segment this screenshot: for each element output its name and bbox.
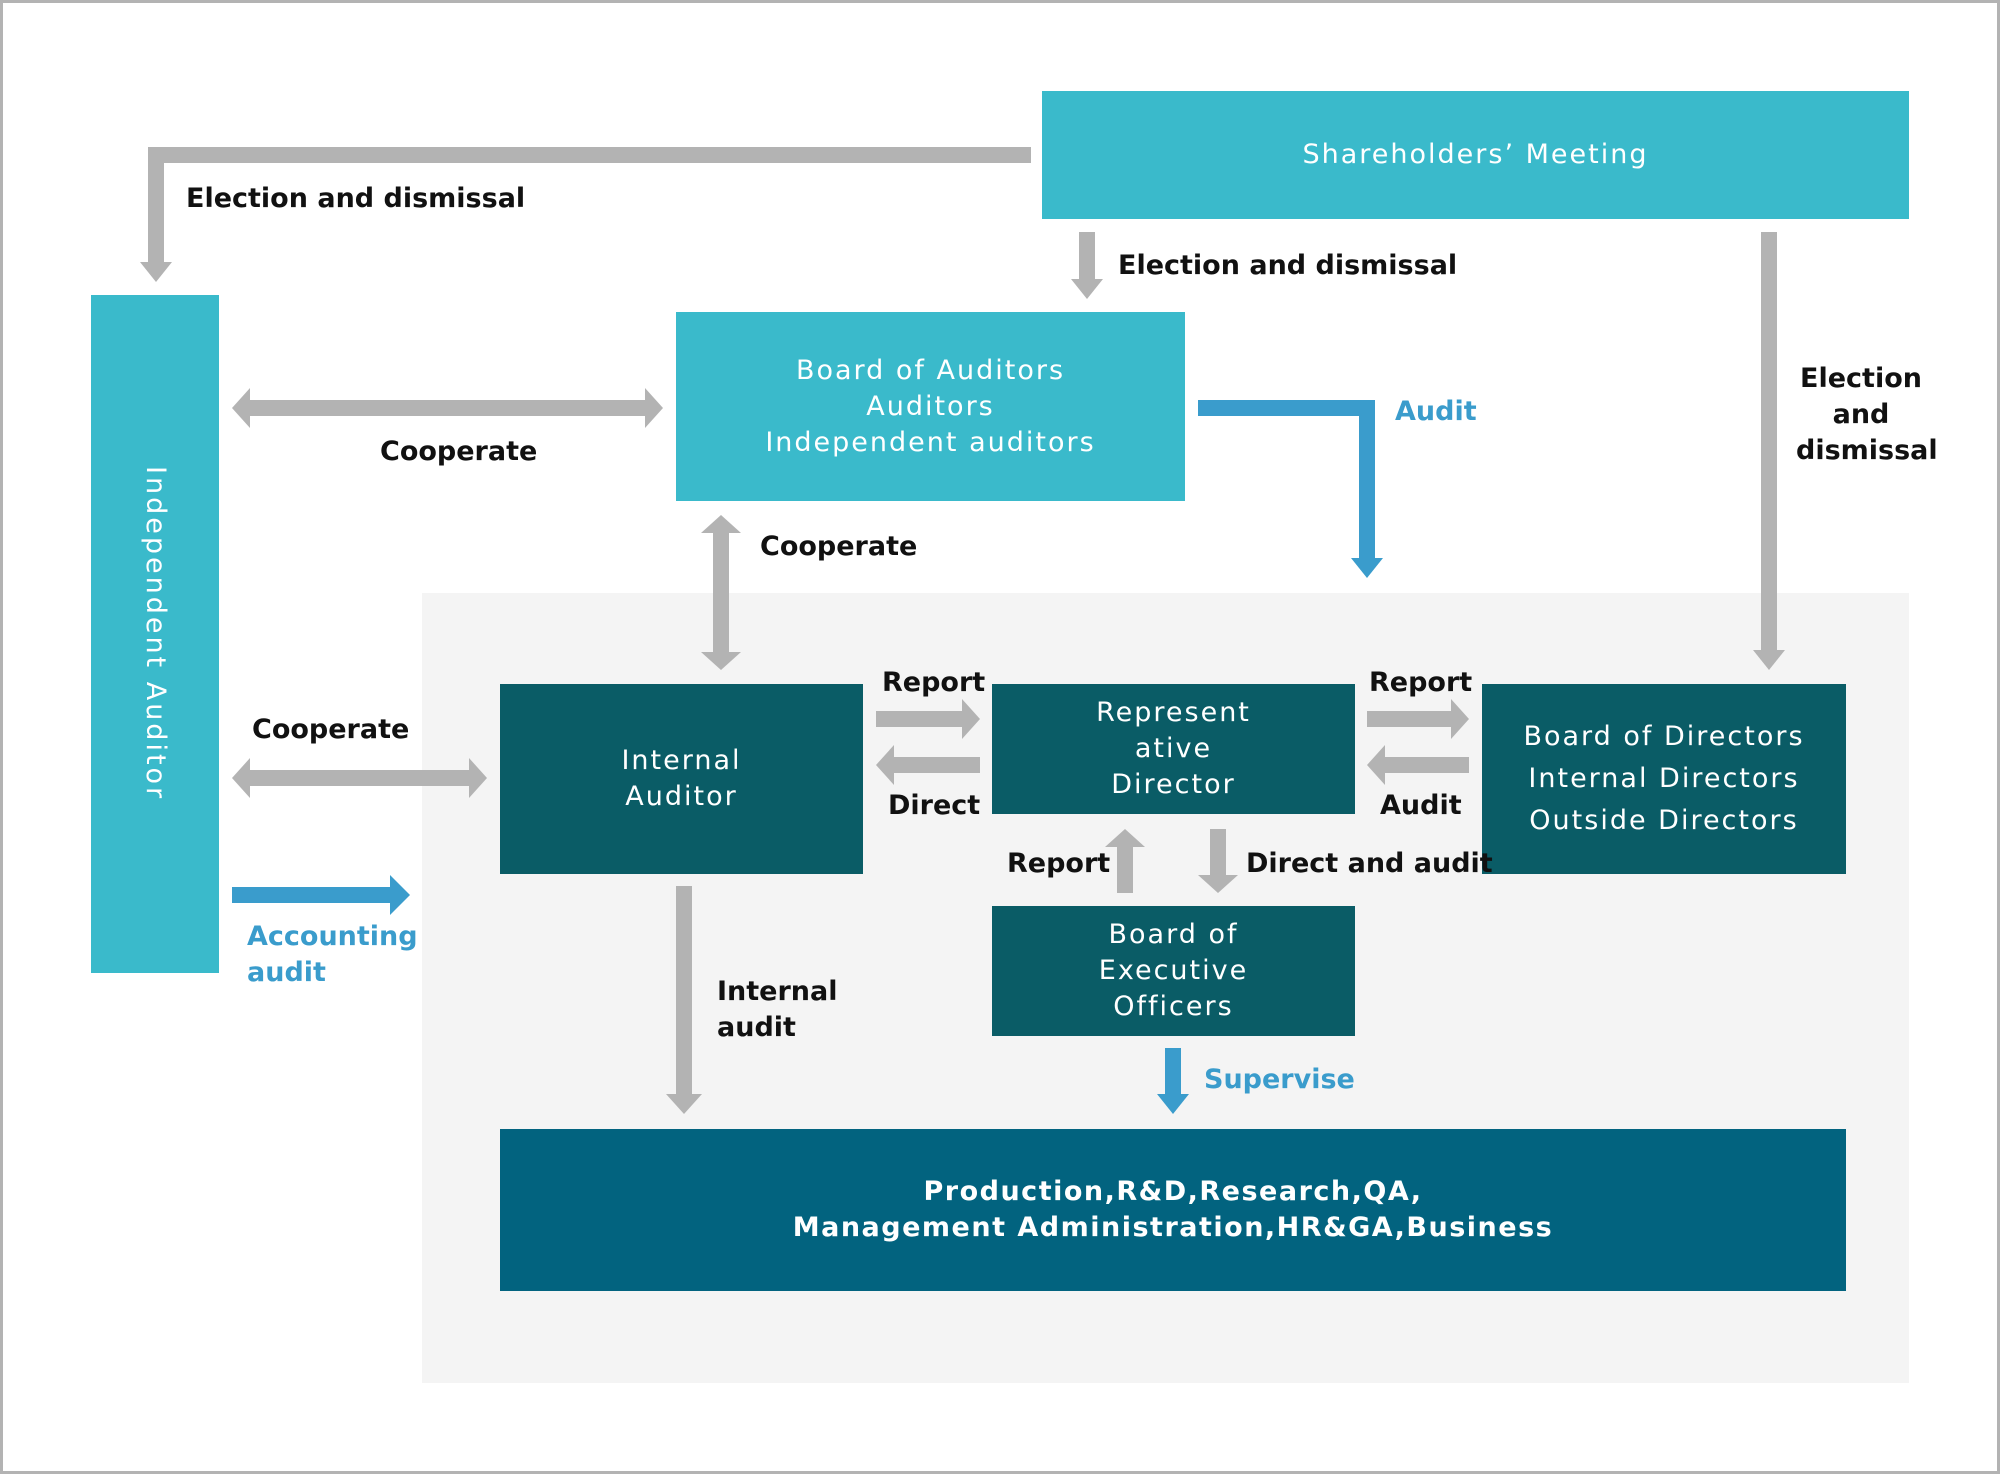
board-of-auditors-line: Board of Auditors bbox=[795, 354, 1066, 386]
board-of-executive-officers-line: Board of bbox=[1108, 919, 1239, 950]
label-supervise: Supervise bbox=[1204, 1064, 1355, 1095]
business-units-box: Production,R&D,Research,QA, Management A… bbox=[500, 1129, 1846, 1291]
business-units-line: Management Administration,HR&GA,Business bbox=[792, 1212, 1554, 1243]
independent-auditor-label: Independent Auditor bbox=[140, 466, 171, 802]
internal-auditor-line: Auditor bbox=[625, 781, 738, 812]
board-of-directors-line: Outside Directors bbox=[1529, 805, 1799, 836]
board-of-executive-officers-box: Board of Executive Officers bbox=[992, 906, 1355, 1036]
board-of-auditors-box: Board of Auditors Auditors Independent a… bbox=[676, 312, 1185, 501]
board-of-auditors-line: Independent auditors bbox=[765, 426, 1096, 458]
label-boa-audit: Audit bbox=[1395, 396, 1477, 427]
board-of-directors-box: Board of Directors Internal Directors Ou… bbox=[1482, 684, 1846, 874]
shareholders-meeting-box: Shareholders’ Meeting bbox=[1042, 91, 1909, 219]
label-line: audit bbox=[717, 1012, 796, 1043]
board-of-directors-line: Board of Directors bbox=[1523, 721, 1805, 752]
label-rep-to-bod-report: Report bbox=[1369, 667, 1473, 698]
representative-director-line: Represent bbox=[1096, 697, 1251, 728]
internal-auditor-line: Internal bbox=[621, 745, 742, 776]
label-accounting-audit: Accounting audit bbox=[247, 919, 418, 991]
representative-director-line: Director bbox=[1111, 769, 1236, 800]
label-internal-audit: Internal audit bbox=[717, 974, 838, 1046]
label-ia-internal-cooperate: Cooperate bbox=[252, 714, 410, 745]
internal-auditor-box: Internal Auditor bbox=[500, 684, 863, 874]
label-internal-to-rep-report: Report bbox=[882, 667, 986, 698]
label-sh-to-independent-auditor: Election and dismissal bbox=[186, 183, 526, 214]
label-exec-to-rep-report: Report bbox=[1007, 848, 1111, 879]
label-line: Election bbox=[1800, 363, 1922, 394]
business-units-line: Production,R&D,Research,QA, bbox=[923, 1176, 1423, 1207]
label-line: audit bbox=[247, 957, 326, 988]
representative-director-line: ative bbox=[1134, 733, 1213, 764]
board-of-executive-officers-line: Officers bbox=[1113, 991, 1234, 1022]
shareholders-meeting-label: Shareholders’ Meeting bbox=[1302, 139, 1649, 170]
representative-director-box: Represent ative Director bbox=[992, 684, 1355, 814]
label-boa-internal-cooperate: Cooperate bbox=[760, 531, 918, 562]
label-line: and bbox=[1832, 399, 1890, 430]
label-rep-to-internal-direct: Direct bbox=[888, 790, 981, 821]
label-line: Accounting bbox=[247, 921, 418, 952]
board-of-directors-line: Internal Directors bbox=[1528, 763, 1800, 794]
label-rep-to-exec-direct-audit: Direct and audit bbox=[1246, 848, 1493, 879]
label-bod-to-rep-audit: Audit bbox=[1380, 790, 1462, 821]
board-of-auditors-line: Auditors bbox=[866, 390, 995, 422]
label-ia-boa-cooperate: Cooperate bbox=[380, 436, 538, 467]
label-sh-to-board-of-auditors: Election and dismissal bbox=[1118, 250, 1458, 281]
label-line: Internal bbox=[717, 976, 838, 1007]
independent-auditor-box: Independent Auditor bbox=[91, 295, 219, 973]
label-sh-to-board-of-directors: Election and dismissal bbox=[1796, 361, 1938, 469]
board-of-executive-officers-line: Executive bbox=[1098, 955, 1249, 986]
label-line: dismissal bbox=[1796, 435, 1938, 466]
